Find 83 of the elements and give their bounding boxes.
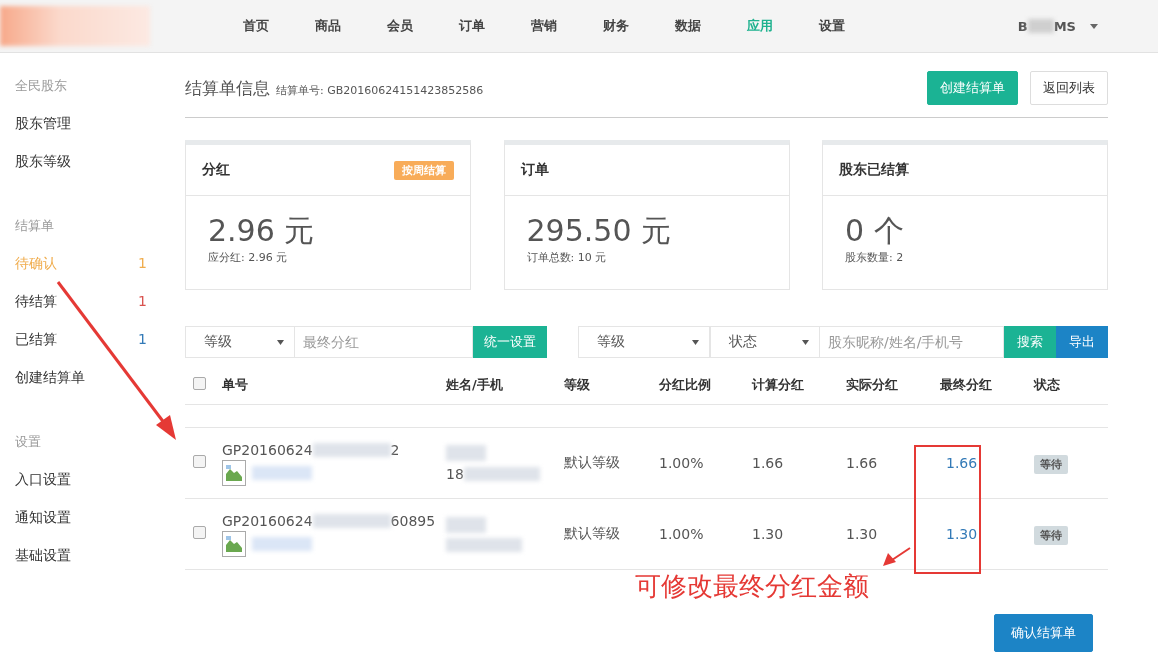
- broken-image-icon: [222, 531, 246, 557]
- nav-tab[interactable]: 设置: [796, 17, 868, 35]
- sidebar-item[interactable]: 创建结算单: [0, 359, 162, 397]
- annotation: 可修改最终分红金额: [635, 570, 869, 603]
- nav-tab[interactable]: 商品: [292, 17, 364, 35]
- count: 1: [138, 255, 147, 273]
- sidebar-item[interactable]: 基础设置: [0, 537, 162, 575]
- filter-select[interactable]: 等级: [578, 326, 710, 358]
- redacted-text: [446, 516, 486, 533]
- card-value: 295.50 元: [526, 212, 672, 250]
- redacted-text: [252, 466, 312, 480]
- column-header: 实际分红: [846, 377, 898, 392]
- redacted-text: [446, 444, 486, 461]
- nav-tab[interactable]: 营销: [508, 17, 580, 35]
- column-header: 计算分红: [752, 377, 804, 392]
- final-dividend-link[interactable]: 1.66: [946, 455, 978, 471]
- order-number: 60895: [390, 513, 436, 529]
- caret-icon: [277, 339, 284, 345]
- nav-tab[interactable]: 首页: [220, 17, 292, 35]
- card-title: 订单: [520, 161, 549, 179]
- nav-tab[interactable]: 财务: [580, 17, 652, 35]
- nav-tab[interactable]: 会员: [364, 17, 436, 35]
- back-button[interactable]: 返回列表: [1030, 71, 1108, 105]
- caret-icon: [692, 339, 699, 345]
- column-header: 分红比例: [659, 377, 711, 392]
- badge: 按周结算: [394, 160, 454, 180]
- card-note: 订单总数: 10 元: [526, 250, 608, 265]
- broken-image-icon: [222, 460, 246, 486]
- caret-icon: [802, 339, 809, 345]
- table-cell: 1.66: [752, 455, 784, 471]
- search-field[interactable]: 股东昵称/姓名/手机号: [820, 326, 1004, 358]
- table-cell: 1.00%: [659, 455, 704, 471]
- caret-icon: [1090, 23, 1098, 29]
- column-header: 姓名/手机: [446, 377, 503, 392]
- column-header: 最终分红: [940, 377, 992, 392]
- sidebar-item[interactable]: 已结算 1: [0, 321, 162, 359]
- order-number: 2: [390, 442, 400, 458]
- row-checkbox[interactable]: [193, 526, 206, 539]
- export-button[interactable]: 导出: [1056, 326, 1108, 358]
- row-checkbox[interactable]: [193, 455, 206, 468]
- filter-select[interactable]: 状态: [710, 326, 820, 358]
- table-cell: 默认等级: [564, 454, 620, 470]
- sidebar-item[interactable]: 股东管理: [0, 105, 162, 143]
- redacted-text: [252, 537, 312, 551]
- card-note: 应分红: 2.96 元: [208, 250, 289, 265]
- sidebar-heading: 全民股东: [14, 77, 68, 95]
- nav-tab[interactable]: 数据: [652, 17, 724, 35]
- settlement-number: 结算单号: GB20160624151423852586: [276, 82, 484, 98]
- card-value: 2.96 元: [208, 212, 316, 250]
- level-select[interactable]: 等级: [185, 326, 295, 358]
- card-title: 股东已结算: [839, 161, 909, 179]
- confirm-button[interactable]: 确认结算单: [994, 614, 1093, 652]
- order-number: GP20160624: [222, 513, 313, 529]
- phone-number: 18: [446, 465, 464, 482]
- user-menu[interactable]: B MS: [1017, 18, 1098, 34]
- table-cell: 1.30: [846, 526, 878, 542]
- annotation-arrow: [883, 547, 911, 566]
- card-value: 0 个: [845, 212, 905, 250]
- column-header: 单号: [222, 377, 248, 392]
- table-cell: 默认等级: [564, 525, 620, 541]
- count: 1: [138, 331, 147, 349]
- page-title: 结算单信息: [185, 76, 270, 100]
- column-header: 等级: [564, 377, 590, 392]
- sidebar-heading: 结算单: [14, 217, 55, 235]
- column-header: 状态: [1034, 377, 1060, 392]
- sidebar-item[interactable]: 待结算 1: [0, 283, 162, 321]
- final-dividend-link[interactable]: 1.30: [946, 526, 978, 542]
- sidebar-item[interactable]: 通知设置: [0, 499, 162, 537]
- sidebar-heading: 设置: [14, 433, 42, 451]
- order-number: GP20160624: [222, 442, 313, 458]
- nav-tab[interactable]: 订单: [436, 17, 508, 35]
- sidebar-item[interactable]: 股东等级: [0, 143, 162, 181]
- status-tag: 等待: [1034, 525, 1068, 545]
- count: 1: [138, 293, 147, 311]
- table-cell: 1.66: [846, 455, 878, 471]
- card-note: 股东数量: 2: [845, 250, 905, 265]
- status-tag: 等待: [1034, 454, 1068, 474]
- table-cell: 1.00%: [659, 526, 704, 542]
- final-dividend-input[interactable]: 最终分红: [295, 326, 473, 358]
- table-cell: 1.30: [752, 526, 784, 542]
- select-all-checkbox[interactable]: [193, 377, 206, 390]
- sidebar-item[interactable]: 入口设置: [0, 461, 162, 499]
- card-title: 分红: [202, 161, 230, 179]
